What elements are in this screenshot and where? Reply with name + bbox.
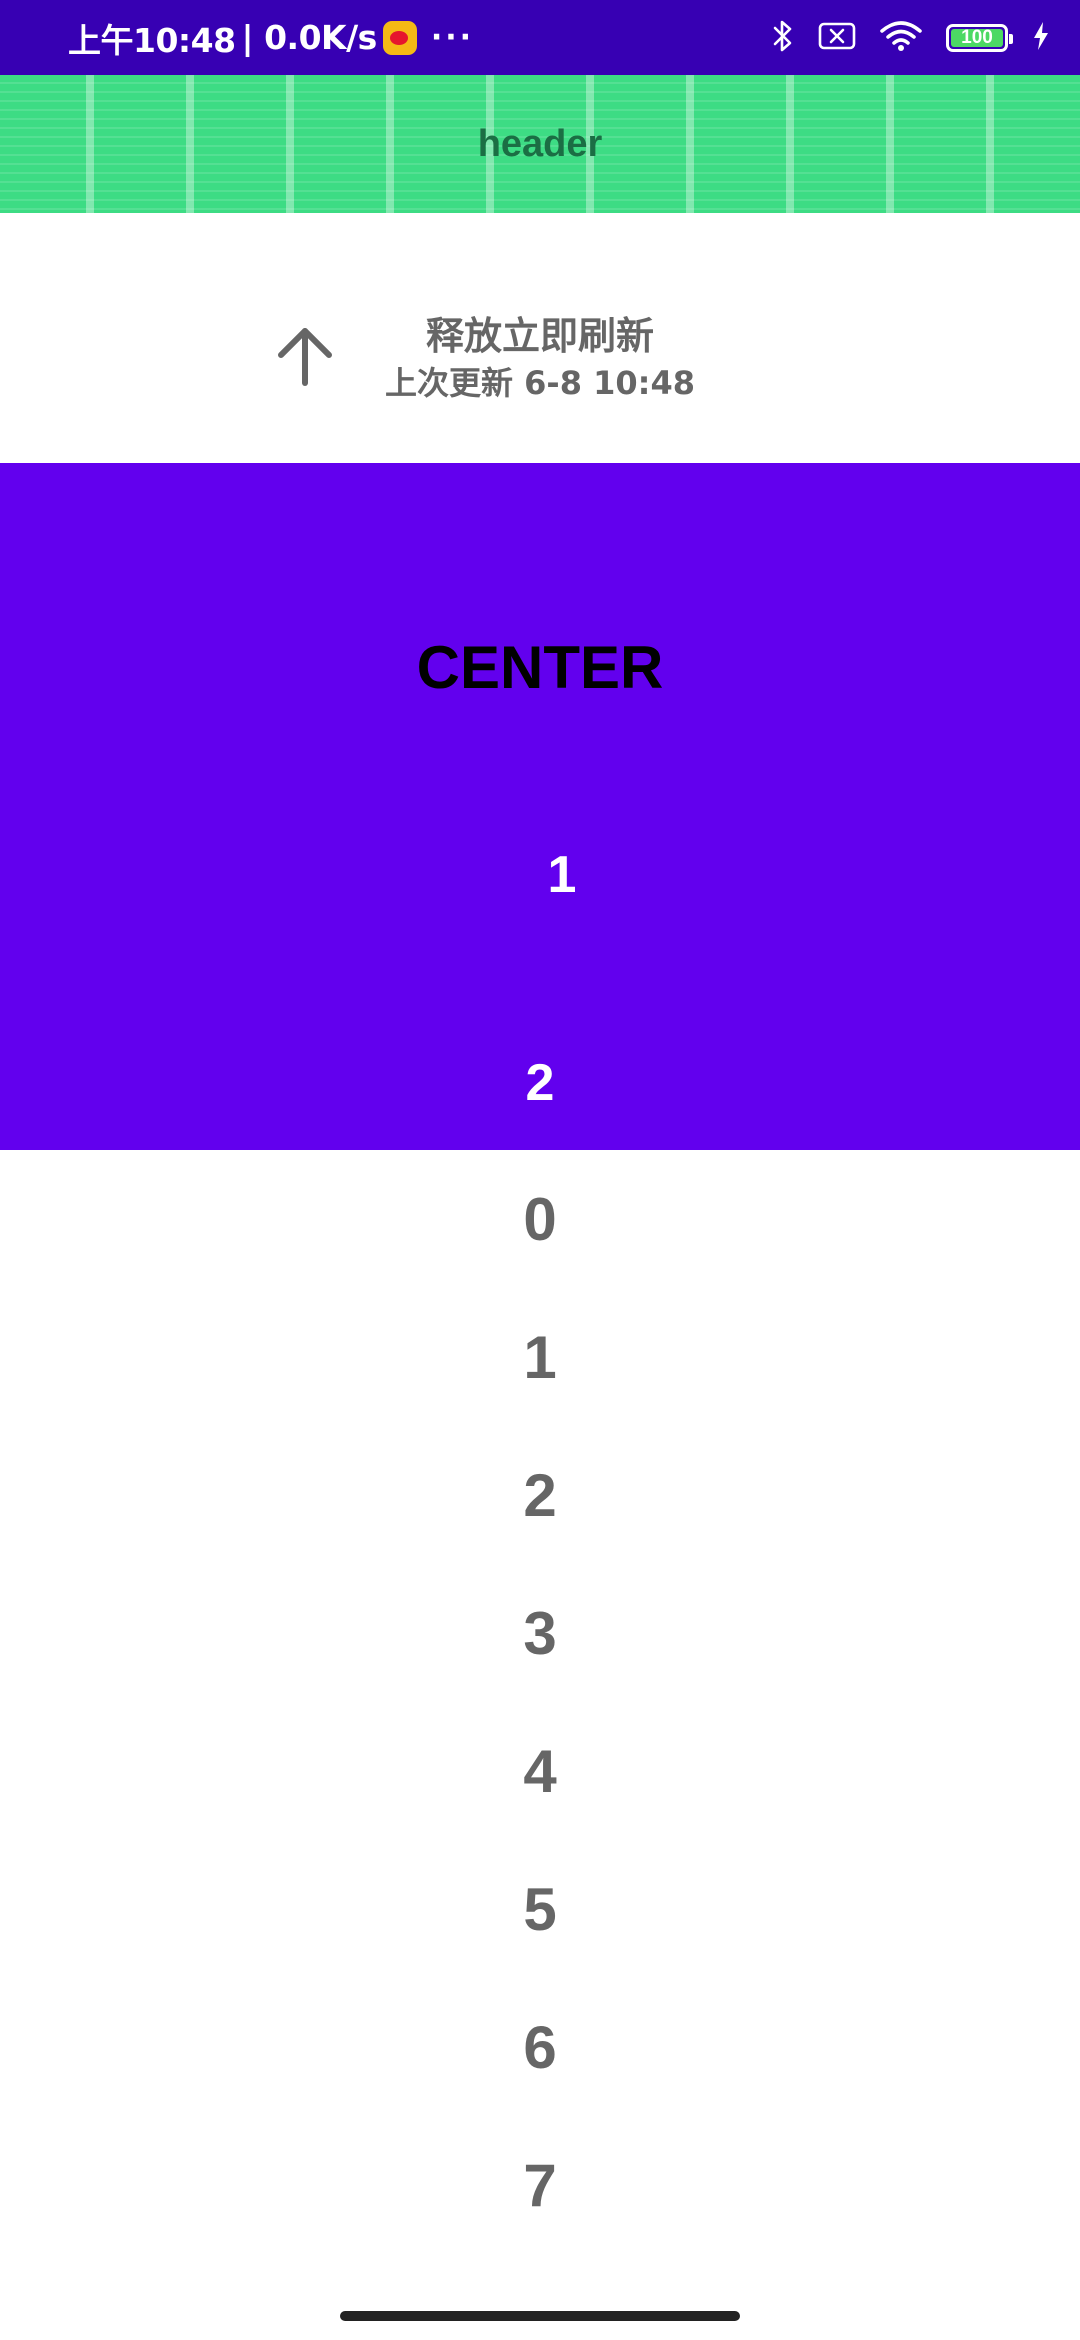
status-right: 100 [772, 0, 1050, 75]
panel-number-2: 2 [525, 1054, 555, 1112]
list-item[interactable]: 1 [0, 1288, 1080, 1426]
bluetooth-icon [772, 19, 794, 57]
network-speed: | 0.0K/s [241, 18, 378, 57]
status-time: 上午10:48 [68, 20, 236, 60]
wifi-icon [880, 20, 922, 56]
gesture-navigation-bar[interactable] [340, 2311, 740, 2321]
panel-number-1: 1 [547, 846, 577, 904]
no-sim-icon [818, 22, 856, 54]
battery-level: 100 [961, 26, 993, 48]
status-left: 上午10:48 | 0.0K/s ··· [68, 0, 474, 75]
list-item[interactable]: 0 [0, 1150, 1080, 1288]
status-bar: 上午10:48 | 0.0K/s ··· 100 [0, 0, 1080, 75]
list-item[interactable]: 5 [0, 1840, 1080, 1978]
refresh-text: 释放立即刷新 上次更新 6-8 10:48 [340, 311, 740, 405]
last-update-text: 上次更新 6-8 10:48 [385, 364, 695, 402]
list-item[interactable]: 3 [0, 1564, 1080, 1702]
refresh-header: 释放立即刷新 上次更新 6-8 10:48 [0, 213, 1080, 463]
list-item[interactable]: 2 [0, 1426, 1080, 1564]
item-list: 0 1 2 3 4 5 6 7 [0, 1150, 1080, 2254]
header-title: header [477, 122, 603, 165]
refresh-status-text: 释放立即刷新 [425, 314, 654, 358]
header-bar: header [0, 75, 1080, 213]
list-item[interactable]: 6 [0, 1978, 1080, 2116]
list-item[interactable]: 4 [0, 1702, 1080, 1840]
battery-tip [1009, 33, 1013, 44]
arrow-up-icon [272, 323, 338, 389]
battery-icon: 100 [946, 23, 1013, 52]
list-item[interactable]: 7 [0, 2116, 1080, 2254]
center-panel: CENTER 1 2 [0, 463, 1080, 1150]
more-notifications-icon: ··· [430, 20, 475, 55]
center-label: CENTER [416, 634, 664, 701]
weibo-icon [382, 20, 417, 55]
charging-icon [1032, 21, 1050, 55]
